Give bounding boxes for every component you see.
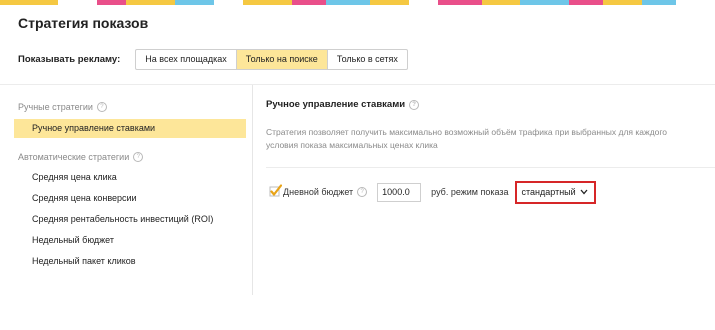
- show-ads-label: Показывать рекламу:: [18, 53, 121, 65]
- show-ads-row: Показывать рекламу: На всех площадках То…: [18, 48, 408, 70]
- currency-mode-label: руб. режим показа: [431, 187, 509, 197]
- sidebar-item-weekly-budget[interactable]: Недельный бюджет: [32, 235, 114, 245]
- manual-strategies-group: Ручные стратегии ?: [18, 102, 107, 112]
- checkmark-icon: [269, 184, 282, 197]
- help-icon[interactable]: ?: [409, 99, 420, 110]
- daily-budget-label: Дневной бюджет: [283, 187, 354, 197]
- section-divider: [0, 84, 715, 85]
- show-ads-segmented-control: На всех площадках Только на поиске Тольк…: [135, 48, 408, 70]
- option-networks-only[interactable]: Только в сетях: [328, 50, 407, 69]
- sidebar-item-avg-cpc[interactable]: Средняя цена клика: [32, 172, 117, 182]
- manual-group-label: Ручные стратегии: [18, 102, 93, 112]
- panel-title: Ручное управление ставками ?: [266, 99, 420, 110]
- sidebar-item-avg-roi[interactable]: Средняя рентабельность инвестиций (ROI): [32, 214, 213, 224]
- display-mode-select[interactable]: стандартный: [514, 180, 596, 204]
- chevron-down-icon: [580, 187, 588, 197]
- top-color-stripe: [0, 0, 715, 5]
- option-all-placements[interactable]: На всех площадках: [136, 49, 237, 69]
- page-title: Стратегия показов: [18, 15, 149, 31]
- column-divider: [252, 85, 253, 295]
- panel-divider: [266, 167, 715, 168]
- help-icon[interactable]: ?: [133, 152, 144, 162]
- display-mode-value: стандартный: [521, 187, 576, 197]
- auto-group-label: Автоматические стратегии: [18, 152, 130, 162]
- help-icon[interactable]: ?: [96, 102, 107, 112]
- sidebar-item-weekly-clicks[interactable]: Недельный пакет кликов: [32, 256, 136, 266]
- auto-strategies-group: Автоматические стратегии ?: [18, 152, 144, 162]
- sidebar-item-avg-cpa[interactable]: Средняя цена конверсии: [32, 193, 137, 203]
- help-icon[interactable]: ?: [357, 187, 368, 197]
- daily-budget-checkbox[interactable]: [269, 184, 282, 197]
- panel-description: Стратегия позволяет получить максимально…: [266, 127, 668, 150]
- option-search-only[interactable]: Только на поиске: [236, 49, 328, 69]
- panel-title-text: Ручное управление ставками: [266, 99, 406, 110]
- daily-budget-input[interactable]: 1000.0: [377, 182, 422, 202]
- daily-budget-row: Дневной бюджет ? 1000.0 руб. режим показ…: [269, 180, 596, 204]
- sidebar-item-manual-bids[interactable]: Ручное управление ставками: [14, 119, 246, 138]
